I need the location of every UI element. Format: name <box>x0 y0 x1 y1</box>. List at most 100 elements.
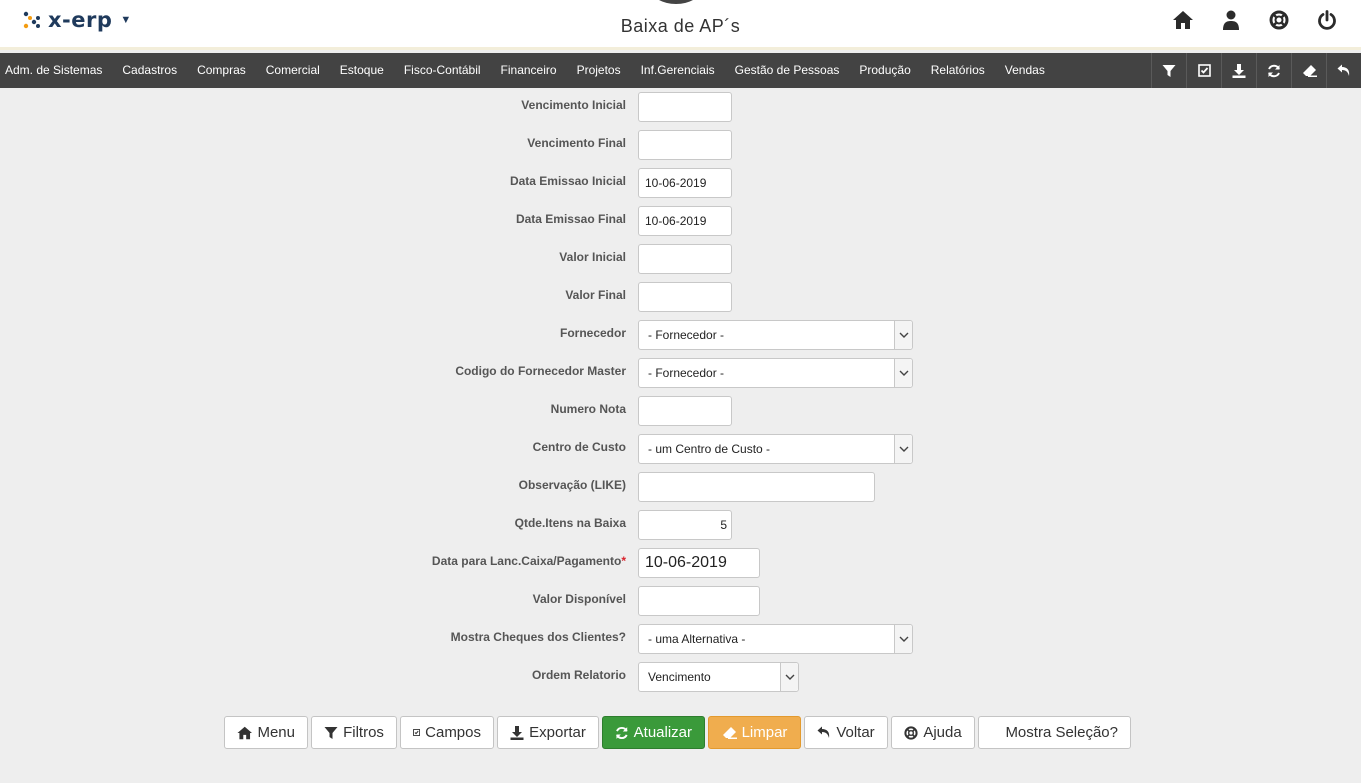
numero-nota-input[interactable] <box>638 396 732 426</box>
ajuda-button-label: Ajuda <box>923 724 962 741</box>
observacao-input[interactable] <box>638 472 875 502</box>
row-fornecedor: Fornecedor - Fornecedor - <box>0 316 1361 350</box>
menu-item-compras[interactable]: Compras <box>187 53 256 88</box>
centro-custo-select[interactable]: - um Centro de Custo - <box>638 434 913 464</box>
fornecedor-select[interactable]: - Fornecedor - <box>638 320 913 350</box>
menu-item-projetos[interactable]: Projetos <box>567 53 631 88</box>
menu-item-gestao-pessoas[interactable]: Gestão de Pessoas <box>725 53 850 88</box>
home-icon[interactable] <box>1171 8 1195 32</box>
app-header: x-erp ▼ Baixa de AP´s <box>0 0 1361 50</box>
filtros-button[interactable]: Filtros <box>311 716 397 749</box>
row-centro-custo: Centro de Custo - um Centro de Custo - <box>0 430 1361 464</box>
valor-inicial-input[interactable] <box>638 244 732 274</box>
menu-item-producao[interactable]: Produção <box>849 53 920 88</box>
ordem-relatorio-select[interactable]: Vencimento <box>638 662 799 692</box>
numero-nota-label: Numero Nota <box>550 402 626 416</box>
chevron-down-icon[interactable] <box>894 435 912 463</box>
mostra-selecao-button[interactable]: Mostra Seleção? <box>978 716 1131 749</box>
exportar-button[interactable]: Exportar <box>497 716 599 749</box>
observacao-label: Observação (LIKE) <box>518 478 626 492</box>
lifebuoy-icon[interactable] <box>1267 8 1291 32</box>
row-valor-inicial: Valor Inicial <box>0 240 1361 274</box>
main-menu: Adm. de Sistemas Cadastros Compras Comer… <box>0 53 1055 88</box>
row-data-lanc: Data para Lanc.Caixa/Pagamento* 10-06-20… <box>0 544 1361 578</box>
checkbox-icon <box>413 729 421 736</box>
fornecedor-label: Fornecedor <box>559 326 626 340</box>
menu-item-inf-gerenciais[interactable]: Inf.Gerenciais <box>631 53 725 88</box>
codigo-fornecedor-master-label: Codigo do Fornecedor Master <box>455 364 626 378</box>
home-icon <box>237 726 252 739</box>
chevron-down-icon[interactable] <box>894 321 912 349</box>
filter-icon[interactable] <box>1151 53 1186 88</box>
menu-item-estoque[interactable]: Estoque <box>330 53 394 88</box>
voltar-button-label: Voltar <box>836 724 875 741</box>
data-emissao-inicial-label: Data Emissao Inicial <box>509 174 626 188</box>
row-codigo-fornecedor-master: Codigo do Fornecedor Master - Fornecedor… <box>0 354 1361 388</box>
valor-disponivel-input[interactable] <box>638 586 760 616</box>
menu-button-label: Menu <box>257 724 295 741</box>
menu-item-fisco-contabil[interactable]: Fisco-Contábil <box>394 53 491 88</box>
undo-icon[interactable] <box>1326 53 1361 88</box>
menu-item-vendas[interactable]: Vendas <box>995 53 1055 88</box>
mostra-cheques-select-value: - uma Alternativa - <box>648 632 746 646</box>
valor-final-label: Valor Final <box>565 288 626 302</box>
row-observacao: Observação (LIKE) <box>0 468 1361 502</box>
ordem-relatorio-select-value: Vencimento <box>648 670 711 684</box>
menu-item-relatorios[interactable]: Relatórios <box>921 53 995 88</box>
action-buttons: Menu Filtros Campos Exportar Atualizar L… <box>224 716 1131 749</box>
lifebuoy-icon <box>904 725 918 740</box>
data-emissao-inicial-input[interactable]: 10-06-2019 <box>638 168 732 198</box>
ajuda-button[interactable]: Ajuda <box>891 716 975 749</box>
data-lanc-label-text: Data para Lanc.Caixa/Pagamento <box>431 554 622 568</box>
menu-button[interactable]: Menu <box>224 716 308 749</box>
refresh-icon <box>616 726 628 739</box>
refresh-icon[interactable] <box>1256 53 1291 88</box>
menu-item-cadastros[interactable]: Cadastros <box>112 53 187 88</box>
ordem-relatorio-label: Ordem Relatorio <box>531 668 626 682</box>
vencimento-inicial-label: Vencimento Inicial <box>521 98 626 112</box>
vencimento-inicial-input[interactable] <box>638 92 732 122</box>
data-emissao-final-label: Data Emissao Final <box>515 212 626 226</box>
menu-item-financeiro[interactable]: Financeiro <box>491 53 567 88</box>
filtros-button-label: Filtros <box>343 724 384 741</box>
codigo-fornecedor-master-select-value: - Fornecedor - <box>648 366 725 380</box>
header-emblem <box>651 0 701 4</box>
chevron-down-icon[interactable] <box>894 625 912 653</box>
fornecedor-select-value: - Fornecedor - <box>648 328 725 342</box>
mostra-cheques-label: Mostra Cheques dos Clientes? <box>450 630 626 644</box>
row-valor-final: Valor Final <box>0 278 1361 312</box>
data-emissao-final-input[interactable]: 10-06-2019 <box>638 206 732 236</box>
row-data-emissao-final: Data Emissao Final 10-06-2019 <box>0 202 1361 236</box>
eraser-icon[interactable] <box>1291 53 1326 88</box>
codigo-fornecedor-master-select[interactable]: - Fornecedor - <box>638 358 913 388</box>
mostra-cheques-select[interactable]: - uma Alternativa - <box>638 624 913 654</box>
voltar-button[interactable]: Voltar <box>804 716 888 749</box>
power-icon[interactable] <box>1315 8 1339 32</box>
data-lanc-input[interactable]: 10-06-2019 <box>638 548 760 578</box>
campos-button[interactable]: Campos <box>400 716 494 749</box>
required-mark: * <box>621 554 626 568</box>
qtde-itens-input[interactable]: 5 <box>638 510 732 540</box>
menu-item-comercial[interactable]: Comercial <box>256 53 330 88</box>
download-icon <box>510 725 524 740</box>
vencimento-final-input[interactable] <box>638 130 732 160</box>
centro-custo-label: Centro de Custo <box>532 440 626 454</box>
data-lanc-label: Data para Lanc.Caixa/Pagamento* <box>432 554 626 568</box>
row-data-emissao-inicial: Data Emissao Inicial 10-06-2019 <box>0 164 1361 198</box>
chevron-down-icon[interactable] <box>780 663 798 691</box>
menu-item-adm-sistemas[interactable]: Adm. de Sistemas <box>0 53 112 88</box>
atualizar-button[interactable]: Atualizar <box>602 716 705 749</box>
checkbox-icon[interactable] <box>1186 53 1221 88</box>
limpar-button[interactable]: Limpar <box>708 716 801 749</box>
valor-inicial-label: Valor Inicial <box>559 250 626 264</box>
valor-final-input[interactable] <box>638 282 732 312</box>
filter-icon <box>324 726 338 739</box>
download-icon[interactable] <box>1221 53 1256 88</box>
mostra-selecao-button-label: Mostra Seleção? <box>1005 724 1118 741</box>
user-icon[interactable] <box>1219 8 1243 32</box>
main-menu-bar: Adm. de Sistemas Cadastros Compras Comer… <box>0 53 1361 88</box>
row-numero-nota: Numero Nota <box>0 392 1361 426</box>
valor-disponivel-label: Valor Disponível <box>532 592 626 606</box>
header-actions <box>1171 8 1339 32</box>
chevron-down-icon[interactable] <box>894 359 912 387</box>
